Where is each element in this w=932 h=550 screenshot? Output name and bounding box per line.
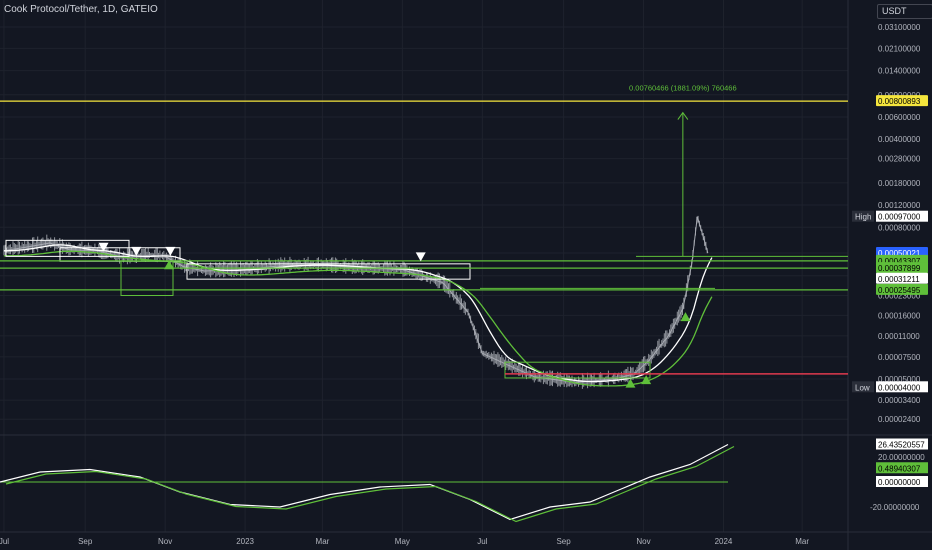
y-tick-8: 0.00120000 — [878, 201, 921, 210]
high-value: 0.00097000 — [878, 213, 921, 222]
y-tick-15: 0.00007500 — [878, 353, 921, 362]
high-tag: High — [855, 213, 871, 222]
osc-label-1: 0.48940307 — [878, 464, 921, 473]
x-tick-10: Mar — [795, 537, 809, 546]
osc-tick-1: -20.00000000 — [870, 503, 920, 512]
price-tag-0: 0.00800893 — [878, 97, 921, 106]
x-tick-7: Sep — [556, 537, 571, 546]
x-tick-8: Nov — [636, 537, 650, 546]
oscillator-line-green — [5, 445, 735, 523]
osc-label-0: 26.43520557 — [878, 441, 925, 450]
y-tick-1: 0.02100000 — [878, 44, 921, 53]
symbol-title: Cook Protocol/Tether, 1D, GATEIO — [4, 4, 158, 15]
y-tick-13: 0.00016000 — [878, 311, 921, 320]
low-value: 0.00004000 — [878, 383, 921, 392]
y-tick-5: 0.00400000 — [878, 135, 921, 144]
price-line — [3, 216, 709, 383]
x-tick-4: Mar — [316, 537, 330, 546]
y-tick-4: 0.00600000 — [878, 113, 921, 122]
moving-average-slow — [3, 250, 713, 387]
price-tag-4: 0.00031211 — [878, 275, 920, 284]
x-tick-6: Jul — [477, 537, 487, 546]
x-tick-3: 2023 — [236, 537, 254, 546]
price-tag-5: 0.00025495 — [878, 286, 921, 295]
measure-label: 0.00760466 (1881.09%) 760466 — [629, 84, 737, 93]
x-tick-5: May — [395, 537, 410, 546]
osc-label-2: 0.00000000 — [878, 478, 921, 487]
y-tick-17: 0.00003400 — [878, 396, 921, 405]
price-candles — [3, 215, 708, 389]
low-tag: Low — [855, 383, 870, 392]
currency-button[interactable]: USDT — [877, 4, 932, 19]
chart-canvas[interactable]: 0.00760466 (1881.09%) 760466 0.03100000 0.… — [0, 0, 932, 550]
buy-signal-3 — [680, 312, 691, 322]
x-tick-0: Jul — [0, 537, 9, 546]
y-tick-2: 0.01400000 — [878, 67, 921, 76]
sell-signal-3 — [415, 252, 426, 262]
x-tick-1: Sep — [78, 537, 93, 546]
price-tag-3: 0.00037899 — [878, 264, 921, 273]
x-tick-9: 2024 — [715, 537, 733, 546]
y-tick-9: 0.00080000 — [878, 223, 921, 232]
x-tick-2: Nov — [158, 537, 172, 546]
y-tick-14: 0.00011000 — [878, 332, 920, 341]
y-tick-6: 0.00280000 — [878, 155, 921, 164]
y-tick-18: 0.00002400 — [878, 415, 921, 424]
y-tick-0: 0.03100000 — [878, 23, 921, 32]
osc-tick-0: 20.00000000 — [878, 453, 925, 462]
y-tick-7: 0.00180000 — [878, 179, 921, 188]
